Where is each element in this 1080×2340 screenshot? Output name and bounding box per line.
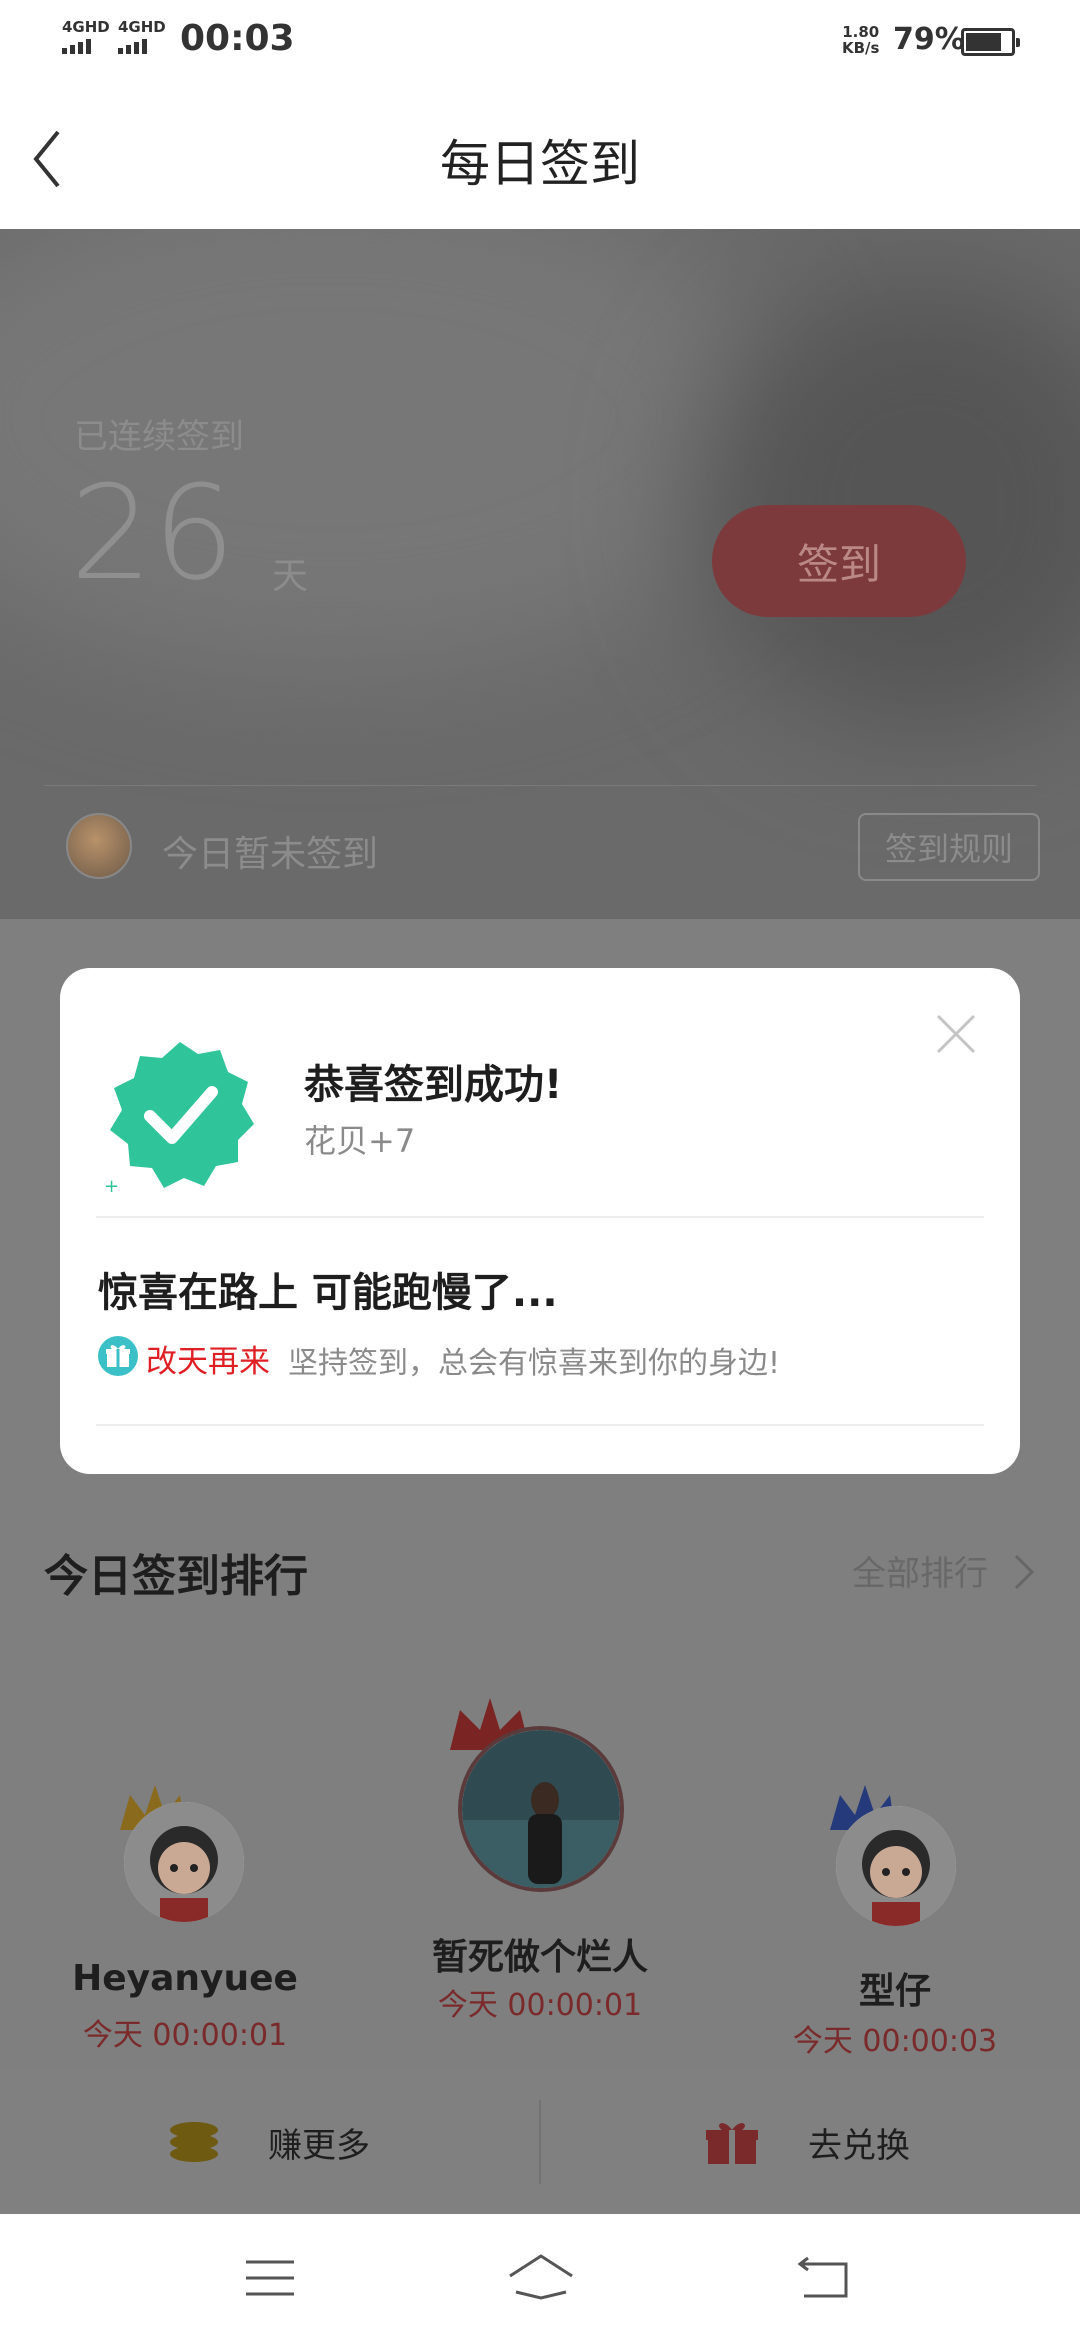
system-navbar (0, 2214, 1080, 2340)
rules-button[interactable]: 签到规则 (858, 813, 1040, 881)
surprise-title: 惊喜在路上 可能跑慢了... (98, 1270, 558, 1316)
signal-1: 4GHD (62, 20, 110, 54)
all-ranking-link[interactable]: 全部排行 (852, 1546, 988, 1595)
avatar (458, 1726, 624, 1892)
signal-2-label: 4GHD (118, 18, 166, 36)
rank-name: 型仔 (858, 1971, 931, 2012)
checkin-success-dialog: + 恭喜签到成功! 花贝+7 惊喜在路上 可能跑慢了... 改天再来 坚持签到，… (60, 968, 1020, 1474)
reward-text: 花贝+7 (304, 1122, 416, 1160)
close-icon[interactable] (934, 1012, 978, 1056)
battery-icon (961, 28, 1020, 56)
ranking-title: 今日签到排行 (44, 1551, 308, 1602)
checkin-hero-card: 已连续签到 26 天 签到 今日暂未签到 签到规则 (0, 229, 1080, 919)
rank-time: 今天 00:00:03 (792, 2024, 998, 2059)
rank-time: 今天 00:00:01 (437, 1988, 643, 2023)
gift-icon (706, 2123, 758, 2164)
signal-2: 4GHD (118, 20, 166, 54)
exchange-button[interactable]: 去兑换 (808, 2118, 910, 2167)
rank-card-2[interactable]: Heyanyuee 今天 00:00:01 (60, 1740, 310, 2070)
avatar (124, 1802, 244, 1922)
network-speed: 1.80 KB/s (842, 24, 879, 56)
gift-icon (98, 1336, 138, 1376)
rank-card-3[interactable]: 型仔 今天 00:00:03 (770, 1740, 1020, 2080)
back-icon[interactable] (796, 2254, 852, 2300)
page-title: 每日签到 (440, 135, 640, 193)
divider (96, 1216, 984, 1218)
battery-percent: 79% (893, 22, 965, 57)
network-speed-value: 1.80 (842, 23, 880, 41)
avatar (836, 1806, 956, 1926)
streak-days: 26 (70, 457, 236, 609)
divider (539, 2100, 541, 2184)
svg-text:+: + (104, 1176, 119, 1194)
checkin-button[interactable]: 签到 (712, 505, 966, 617)
avatar (66, 813, 132, 879)
clock: 00:03 (180, 18, 295, 59)
network-speed-unit: KB/s (842, 39, 880, 57)
success-title: 恭喜签到成功! (304, 1062, 563, 1108)
streak-label: 已连续签到 (74, 417, 244, 457)
earn-more-button[interactable]: 赚更多 (268, 2118, 370, 2167)
app-header: 每日签到 (0, 84, 1080, 229)
menu-icon[interactable] (244, 2258, 296, 2298)
rank-name: 暂死做个烂人 (431, 1937, 648, 1978)
rank-card-1[interactable]: 暂死做个烂人 今天 00:00:01 (410, 1690, 670, 2030)
divider (96, 1424, 984, 1426)
verified-badge-icon: + (104, 1042, 254, 1194)
today-status: 今日暂未签到 (162, 834, 379, 875)
bottom-actions: 赚更多 去兑换 (0, 2070, 1080, 2214)
coins-icon (170, 2122, 218, 2162)
tip-text: 坚持签到，总会有惊喜来到你的身边! (288, 1346, 781, 1381)
home-icon[interactable] (506, 2252, 576, 2302)
streak-unit: 天 (272, 556, 309, 597)
signal-1-label: 4GHD (62, 18, 110, 36)
chevron-right-icon[interactable] (1012, 1552, 1036, 1592)
rank-time: 今天 00:00:01 (82, 2018, 288, 2053)
status-bar: 4GHD 4GHD 00:03 1.80 KB/s 79% (0, 0, 1080, 84)
divider (44, 785, 1036, 786)
rank-name: Heyanyuee (72, 1958, 298, 1999)
comeback-label: 改天再来 (146, 1344, 270, 1380)
